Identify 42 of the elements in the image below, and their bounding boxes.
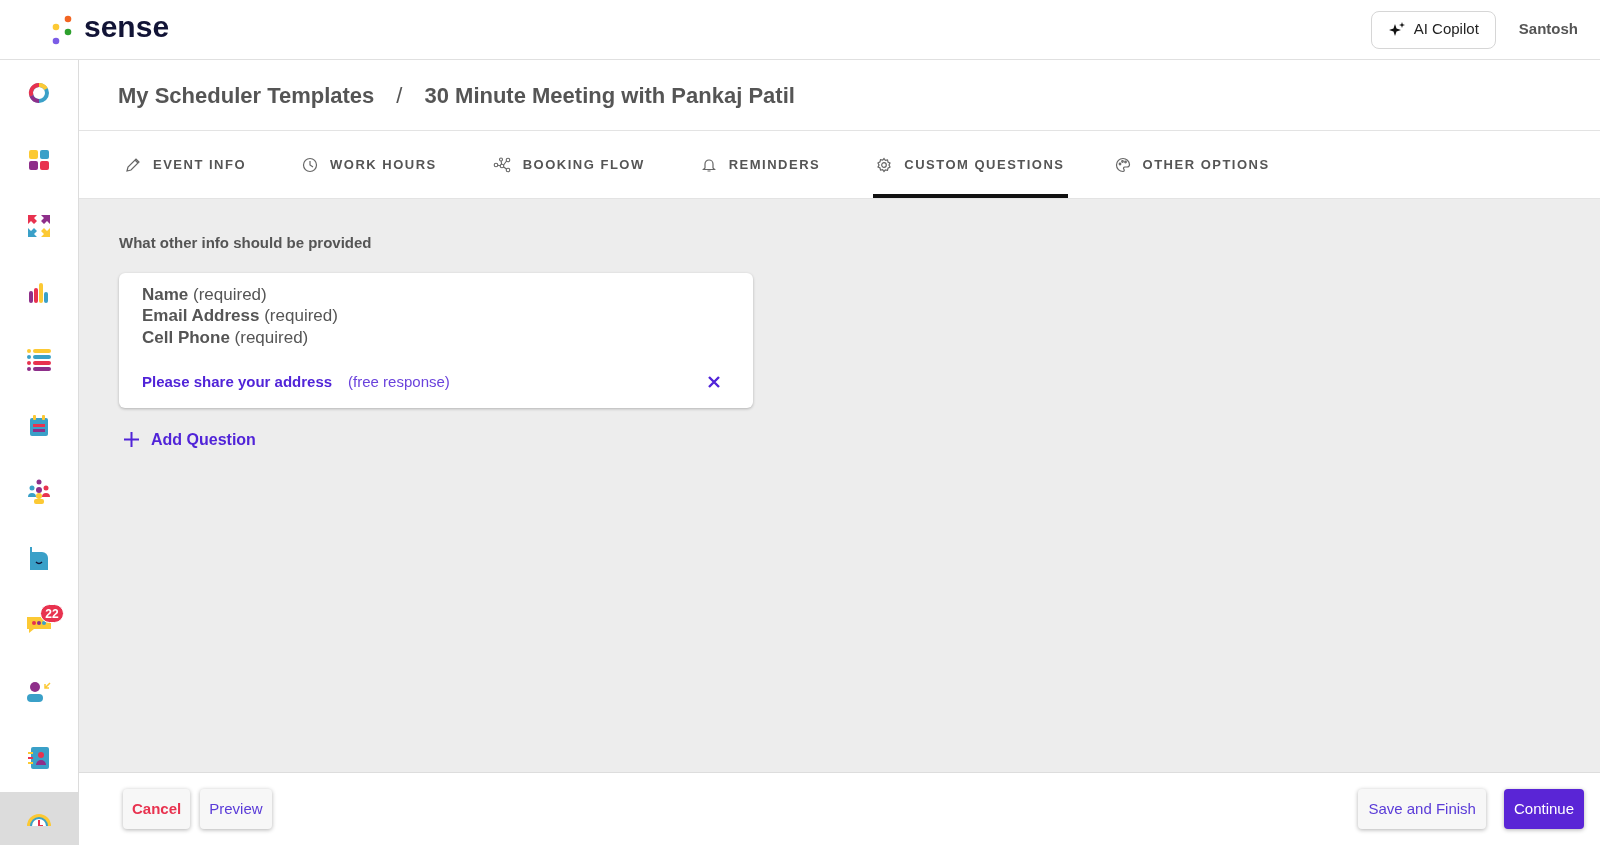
section-label: What other info should be provided: [119, 233, 373, 253]
question-type: (free response): [348, 372, 450, 392]
tab[interactable]: REMINDERS: [697, 131, 824, 198]
breadcrumb-item: 30 Minute Meeting with Pankaj Patil: [424, 81, 795, 110]
required-field: Name (required): [142, 283, 720, 305]
required-field: Email Address (required): [142, 305, 720, 327]
pencil-icon: [125, 156, 141, 173]
preview-button[interactable]: Preview: [200, 789, 272, 829]
grid-icon: [27, 147, 51, 172]
question-text[interactable]: Please share your address: [142, 371, 333, 394]
contacts-icon: [26, 745, 52, 772]
list-icon: [26, 347, 52, 372]
tab[interactable]: WORK HOURS: [299, 131, 440, 198]
ai-copilot-button[interactable]: AI Copilot: [1370, 10, 1496, 49]
user-name[interactable]: Santosh: [1518, 18, 1578, 41]
settings-icon: [876, 156, 893, 173]
add-question-button[interactable]: Add Question: [124, 427, 256, 452]
required-field: Cell Phone (required): [142, 326, 720, 348]
people-icon: [26, 479, 52, 506]
clock-icon: [302, 156, 318, 173]
bell-icon: [700, 156, 717, 173]
plus-icon: [124, 432, 139, 447]
tab[interactable]: EVENT INFO: [122, 131, 249, 198]
ring-icon: [27, 81, 51, 106]
logo-icon: [52, 14, 74, 45]
network-icon: [492, 156, 511, 173]
notification-badge: 22: [40, 604, 64, 623]
bar-chart-icon: [27, 280, 51, 305]
cancel-button[interactable]: Cancel: [123, 789, 191, 829]
tab[interactable]: BOOKING FLOW: [489, 131, 648, 198]
breadcrumb-item[interactable]: My Scheduler Templates: [118, 78, 375, 112]
person-icon: [26, 679, 52, 704]
tab[interactable]: OTHER OPTIONS: [1111, 131, 1273, 198]
palette-icon: [1114, 156, 1131, 173]
save-and-finish-button[interactable]: Save and Finish: [1358, 789, 1486, 829]
close-icon[interactable]: [708, 376, 720, 389]
breadcrumb-separator: /: [396, 81, 403, 110]
clock-icon: [25, 811, 53, 826]
robot-icon: [27, 545, 51, 572]
continue-button[interactable]: Continue: [1503, 789, 1584, 829]
calendar-icon: [27, 413, 51, 438]
logo-text: sense: [84, 11, 170, 42]
